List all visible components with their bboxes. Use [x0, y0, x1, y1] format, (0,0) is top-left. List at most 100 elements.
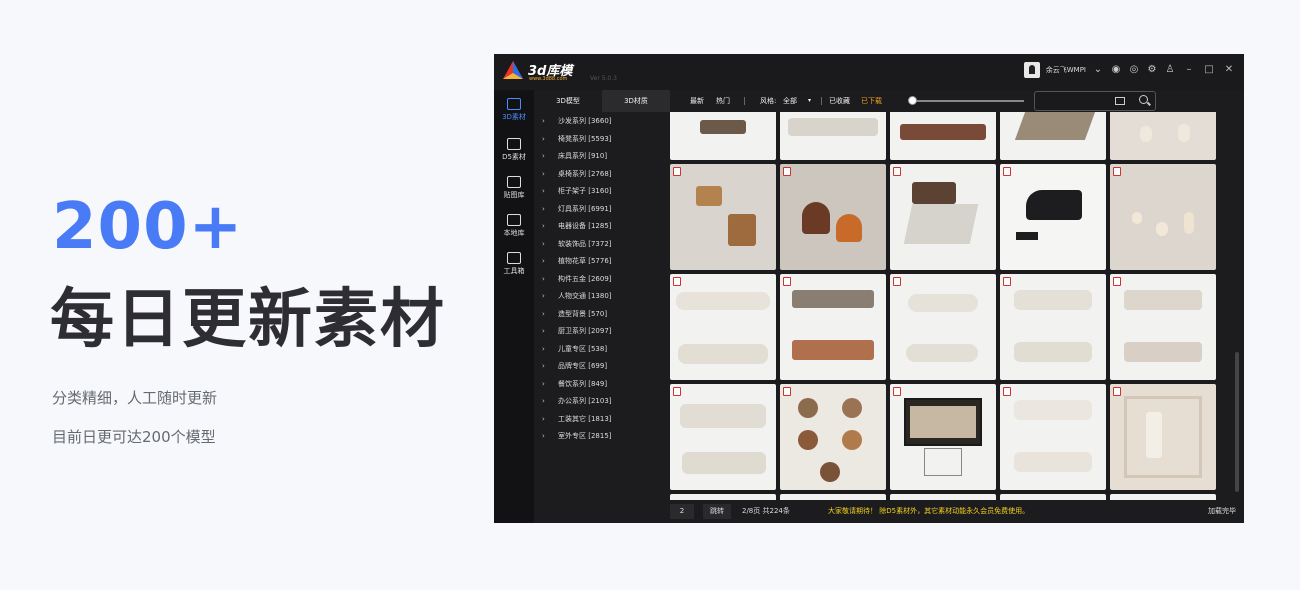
upload-icon[interactable]: ◉ — [1110, 64, 1122, 76]
badge-icon — [893, 277, 901, 286]
skin-icon[interactable]: ♙ — [1164, 64, 1176, 76]
search-input[interactable] — [1034, 91, 1156, 111]
filter-toolbar: 最新 热门 风格: 全部 ▾ 已收藏 已下载 — [670, 90, 1244, 112]
filter-latest[interactable]: 最新 — [690, 90, 704, 112]
category-item[interactable]: › 品牌专区 [699] — [534, 358, 670, 375]
category-item[interactable]: › 沙发系列 [3660] — [534, 113, 670, 130]
category-item[interactable]: › 工装其它 [1813] — [534, 411, 670, 428]
image-search-icon[interactable] — [1115, 97, 1125, 105]
model-thumbnail[interactable] — [1000, 112, 1106, 160]
gear-icon[interactable]: ⚙ — [1146, 64, 1158, 76]
model-thumbnail[interactable] — [1110, 384, 1216, 490]
chevron-down-icon[interactable]: ▾ — [808, 90, 811, 112]
zoom-slider-track[interactable] — [910, 100, 1024, 102]
style-select[interactable]: 全部 — [783, 90, 797, 112]
lamp-shape — [1132, 212, 1142, 224]
nav-item-d5[interactable]: D5素材 — [494, 134, 534, 172]
minimize-button[interactable]: – — [1182, 63, 1196, 77]
category-item[interactable]: › 厨卫系列 [2097] — [534, 323, 670, 340]
title-bar: 3d库模 www.3d88.com Ver 5.0.3 余云飞WMPI ⌄ ◉ … — [494, 54, 1244, 90]
model-tabs: 3D模型 3D材质 — [534, 90, 670, 112]
category-item[interactable]: › 办公系列 [2103] — [534, 393, 670, 410]
filter-collected[interactable]: 已收藏 — [829, 90, 850, 112]
category-item[interactable]: › 人物交通 [1380] — [534, 288, 670, 305]
model-thumbnail[interactable] — [780, 112, 886, 160]
model-thumbnail[interactable] — [780, 164, 886, 270]
chevron-right-icon: › — [542, 397, 545, 405]
page-info: 2/8页 共224条 — [742, 507, 790, 515]
model-thumbnail[interactable] — [780, 274, 886, 380]
model-thumbnail[interactable] — [1110, 164, 1216, 270]
sofa-shape — [908, 294, 978, 312]
model-grid — [670, 112, 1234, 500]
load-status: 加载完毕 — [1208, 507, 1236, 515]
chevron-right-icon: › — [542, 292, 545, 300]
headset-icon[interactable]: ◎ — [1128, 64, 1140, 76]
model-thumbnail[interactable] — [780, 384, 886, 490]
lamp-shape — [836, 214, 862, 242]
lamp-shape — [1184, 212, 1194, 234]
lamp-shape — [1140, 126, 1152, 142]
chevron-right-icon: › — [542, 414, 545, 423]
sofa-shape — [1014, 400, 1092, 420]
category-item[interactable]: › 软装饰品 [7372] — [534, 236, 670, 253]
chevron-right-icon: › — [542, 257, 545, 265]
model-thumbnail[interactable] — [890, 384, 996, 490]
model-thumbnail[interactable] — [1000, 384, 1106, 490]
close-button[interactable]: ✕ — [1222, 63, 1236, 77]
tab-3d-model[interactable]: 3D模型 — [534, 90, 602, 112]
category-item[interactable]: › 室外专区 [2815] — [534, 428, 670, 445]
model-thumbnail[interactable] — [1000, 164, 1106, 270]
chevron-right-icon: › — [542, 222, 545, 230]
nav-item-local[interactable]: 本地库 — [494, 210, 534, 248]
category-item[interactable]: › 电器设备 [1285] — [534, 218, 670, 235]
scrollbar-thumb[interactable] — [1235, 352, 1239, 492]
category-item[interactable]: › 灯具系列 [6991] — [534, 201, 670, 218]
model-thumbnail[interactable] — [890, 164, 996, 270]
knob-shape — [842, 430, 862, 450]
username[interactable]: 余云飞WMPI — [1046, 65, 1086, 75]
filter-downloaded[interactable]: 已下载 — [861, 90, 882, 112]
knob-shape — [820, 462, 840, 482]
model-thumbnail[interactable] — [670, 384, 776, 490]
model-thumbnail[interactable] — [1110, 112, 1216, 160]
sofa-shape — [682, 452, 766, 474]
model-thumbnail[interactable] — [1000, 274, 1106, 380]
category-item[interactable]: › 餐饮系列 [849] — [534, 376, 670, 393]
avatar[interactable] — [1023, 62, 1040, 78]
model-thumbnail[interactable] — [670, 112, 776, 160]
knob-shape — [798, 430, 818, 450]
pagination-footer: 2 跳转 2/8页 共224条 大家敬请期待！ 除D5素材外，其它素材动能永久会… — [670, 500, 1244, 523]
model-thumbnail[interactable] — [670, 164, 776, 270]
category-item[interactable]: › 柜子架子 [3160] — [534, 183, 670, 200]
category-item[interactable]: › 床具系列 [910] — [534, 148, 670, 165]
zoom-slider-handle[interactable] — [908, 96, 917, 105]
badge-icon — [893, 387, 901, 396]
page-number-input[interactable]: 2 — [670, 504, 694, 519]
category-item[interactable]: › 椅凳系列 [5593] — [534, 131, 670, 148]
category-item[interactable]: › 植物花草 [5776] — [534, 253, 670, 270]
model-thumbnail[interactable] — [670, 274, 776, 380]
filter-hot[interactable]: 热门 — [716, 90, 730, 112]
model-thumbnail[interactable] — [890, 112, 996, 160]
tab-3d-material[interactable]: 3D材质 — [602, 90, 670, 112]
version-label: Ver 5.0.3 — [590, 75, 617, 82]
nav-item-texture[interactable]: 贴图库 — [494, 172, 534, 210]
category-item[interactable]: › 桌椅系列 [2768] — [534, 166, 670, 183]
chevron-down-icon[interactable]: ⌄ — [1092, 64, 1104, 76]
category-item[interactable]: › 儿童专区 [538] — [534, 341, 670, 358]
maximize-button[interactable]: □ — [1202, 63, 1216, 77]
model-thumbnail[interactable] — [890, 274, 996, 380]
sofa-shape — [1124, 342, 1202, 362]
chevron-right-icon: › — [542, 344, 545, 353]
search-icon[interactable] — [1139, 95, 1148, 104]
model-thumbnail[interactable] — [1110, 274, 1216, 380]
jump-button[interactable]: 跳转 — [703, 504, 731, 519]
category-item[interactable]: › 构件五金 [2609] — [534, 271, 670, 288]
nav-item-tools[interactable]: 工具箱 — [494, 248, 534, 286]
side-nav: 3D素材 D5素材 贴图库 本地库 工具箱 — [494, 90, 534, 523]
grid-scrollbar[interactable] — [1234, 112, 1240, 500]
category-item[interactable]: › 造型背景 [570] — [534, 306, 670, 323]
nav-item-3d[interactable]: 3D素材 — [494, 94, 534, 132]
chevron-right-icon: › — [542, 327, 545, 335]
